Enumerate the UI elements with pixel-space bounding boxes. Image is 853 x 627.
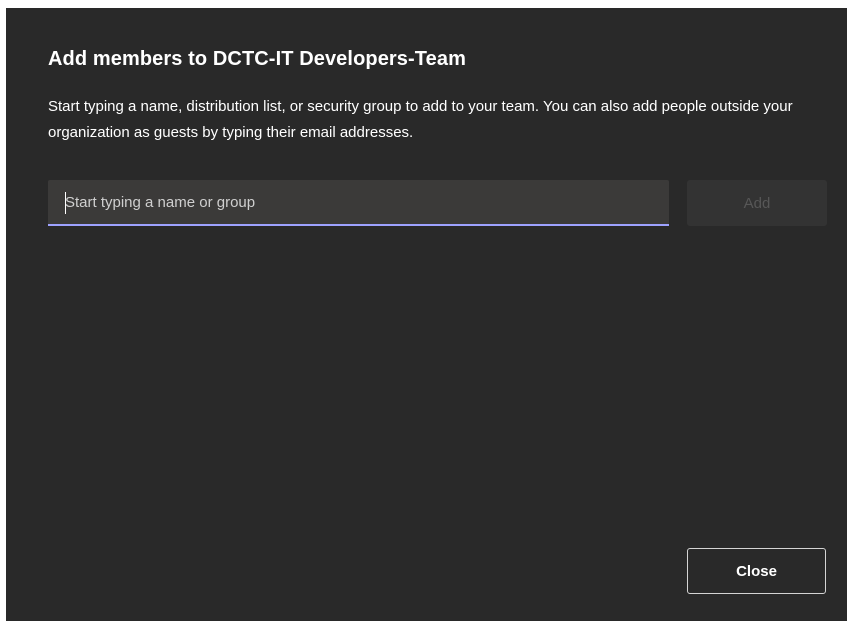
text-caret bbox=[65, 192, 66, 214]
search-field bbox=[48, 180, 669, 226]
close-button[interactable]: Close bbox=[687, 548, 826, 594]
add-members-dialog: Add members to DCTC-IT Developers-Team S… bbox=[6, 8, 847, 621]
dialog-description: Start typing a name, distribution list, … bbox=[48, 98, 793, 141]
add-button[interactable]: Add bbox=[687, 180, 827, 226]
dialog-title: Add members to DCTC-IT Developers-Team bbox=[48, 48, 466, 70]
member-search-input[interactable] bbox=[48, 180, 669, 224]
